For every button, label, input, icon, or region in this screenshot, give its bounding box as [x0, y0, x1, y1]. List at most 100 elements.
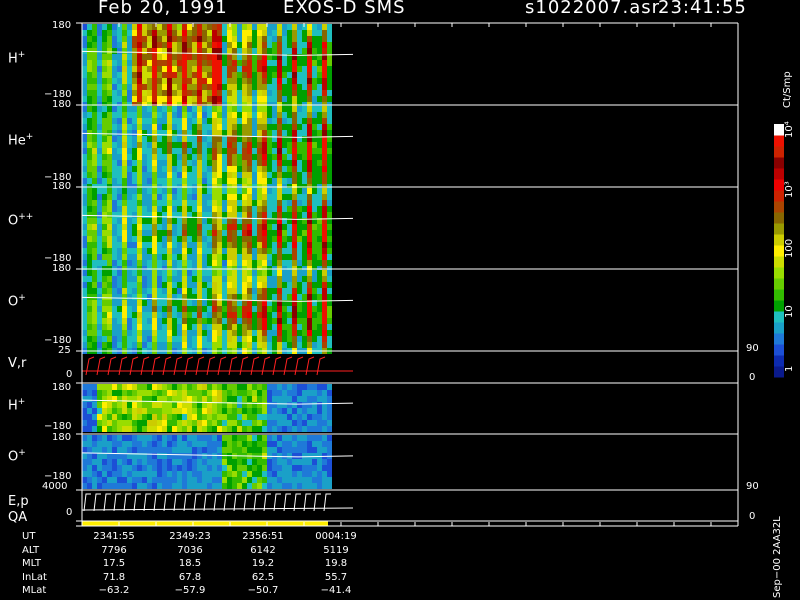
spectrogram-cell [167, 60, 172, 66]
spectrogram-cell [197, 276, 202, 282]
colorbar-swatch [774, 135, 784, 147]
spectrogram-cell [312, 78, 317, 84]
spectrogram-cell [212, 218, 217, 224]
spectrogram-cell [132, 282, 137, 288]
spectrogram-cell [262, 60, 267, 66]
spectrogram-cell [232, 465, 237, 471]
spectrogram-cell [132, 212, 137, 218]
spectrogram-cell [202, 42, 207, 48]
spectrogram-cell [112, 172, 117, 178]
spectrogram-cell [242, 154, 247, 160]
spectrogram-cell [87, 124, 92, 130]
spectrogram-cell [217, 194, 222, 200]
spectrogram-cell [172, 142, 177, 148]
spectrogram-cell [212, 96, 217, 102]
spectrogram-cell [202, 408, 207, 414]
spectrogram-cell [167, 459, 172, 465]
spectrogram-cell [87, 42, 92, 48]
spectrogram-cell [87, 441, 92, 447]
spectrogram-cell [267, 330, 272, 336]
spectrogram-cell [117, 426, 122, 432]
spectrogram-cell [132, 384, 137, 390]
spectrogram-cell [142, 118, 147, 124]
spectrogram-cell [272, 90, 277, 96]
spectrogram-cell [317, 24, 322, 30]
spectrogram-cell [252, 66, 257, 72]
spectrogram-cell [152, 465, 157, 471]
spectrogram-cell [317, 408, 322, 414]
spectrogram-cell [127, 154, 132, 160]
spectrogram-cell [302, 384, 307, 390]
spectrogram-cell [212, 112, 217, 118]
spectrogram-cell [142, 420, 147, 426]
spectrogram-cell [197, 90, 202, 96]
spectrogram-cell [242, 218, 247, 224]
spectrogram-cell [152, 254, 157, 260]
spectrogram-cell [307, 483, 312, 489]
spectrogram-cell [197, 172, 202, 178]
spectrogram-cell [87, 200, 92, 206]
spectrogram-cell [307, 66, 312, 72]
spectrogram-cell [97, 441, 102, 447]
spectrogram-cell [202, 160, 207, 166]
spectrogram-cell [122, 160, 127, 166]
spectrogram-cell [287, 312, 292, 318]
spectrogram-cell [247, 396, 252, 402]
spectrogram-cell [102, 200, 107, 206]
spectrogram-cell [222, 154, 227, 160]
spectrogram-cell [287, 66, 292, 72]
spectrogram-cell [232, 66, 237, 72]
spectrogram-cell [217, 212, 222, 218]
spectrogram-cell [202, 36, 207, 42]
spectrogram-cell [157, 172, 162, 178]
spectrogram-cell [112, 465, 117, 471]
spectrogram-cell [207, 435, 212, 441]
spectrogram-cell [282, 402, 287, 408]
spectrogram-cell [92, 90, 97, 96]
spectrogram-cell [307, 60, 312, 66]
spectrogram-cell [207, 441, 212, 447]
spectrogram-cell [262, 408, 267, 414]
spectrogram-cell [117, 84, 122, 90]
spectrogram-cell [107, 390, 112, 396]
spectrogram-cell [247, 36, 252, 42]
spectrogram-cell [102, 447, 107, 453]
spectrogram-cell [307, 420, 312, 426]
spectrogram-cell [192, 118, 197, 124]
spectrogram-cell [327, 112, 332, 118]
spectrogram-cell [322, 294, 327, 300]
spectrogram-cell [147, 124, 152, 130]
spectrogram-cell [312, 336, 317, 342]
spectrogram-cell [217, 483, 222, 489]
spectrogram-cell [327, 384, 332, 390]
spectrogram-cell [287, 72, 292, 78]
spectrogram-cell [262, 414, 267, 420]
spectrogram-cell [187, 142, 192, 148]
spectrogram-cell [147, 384, 152, 390]
spectrogram-cell [92, 477, 97, 483]
spectrogram-cell [157, 336, 162, 342]
spectrogram-cell [212, 124, 217, 130]
spectrogram-cell [327, 312, 332, 318]
spectrogram-cell [87, 260, 92, 266]
spectrogram-cell [107, 136, 112, 142]
spectrogram-cell [282, 342, 287, 348]
spectrogram-cell [167, 96, 172, 102]
spectrogram-cell [92, 324, 97, 330]
spectrogram-cell [312, 384, 317, 390]
spectrogram-cell [207, 160, 212, 166]
spectrogram-cell [247, 420, 252, 426]
spectrogram-cell [312, 230, 317, 236]
spectrogram-cell [237, 477, 242, 483]
spectrogram-cell [257, 212, 262, 218]
spectrogram-cell [247, 160, 252, 166]
spectrogram-cell [327, 396, 332, 402]
spectrogram-cell [147, 426, 152, 432]
spectrogram-cell [167, 30, 172, 36]
spectrogram-cell [172, 230, 177, 236]
spectrogram-cell [87, 160, 92, 166]
spectrogram-cell [172, 106, 177, 112]
spectrogram-cell [197, 54, 202, 60]
spectrogram-cell [232, 414, 237, 420]
spectrogram-cell [302, 342, 307, 348]
